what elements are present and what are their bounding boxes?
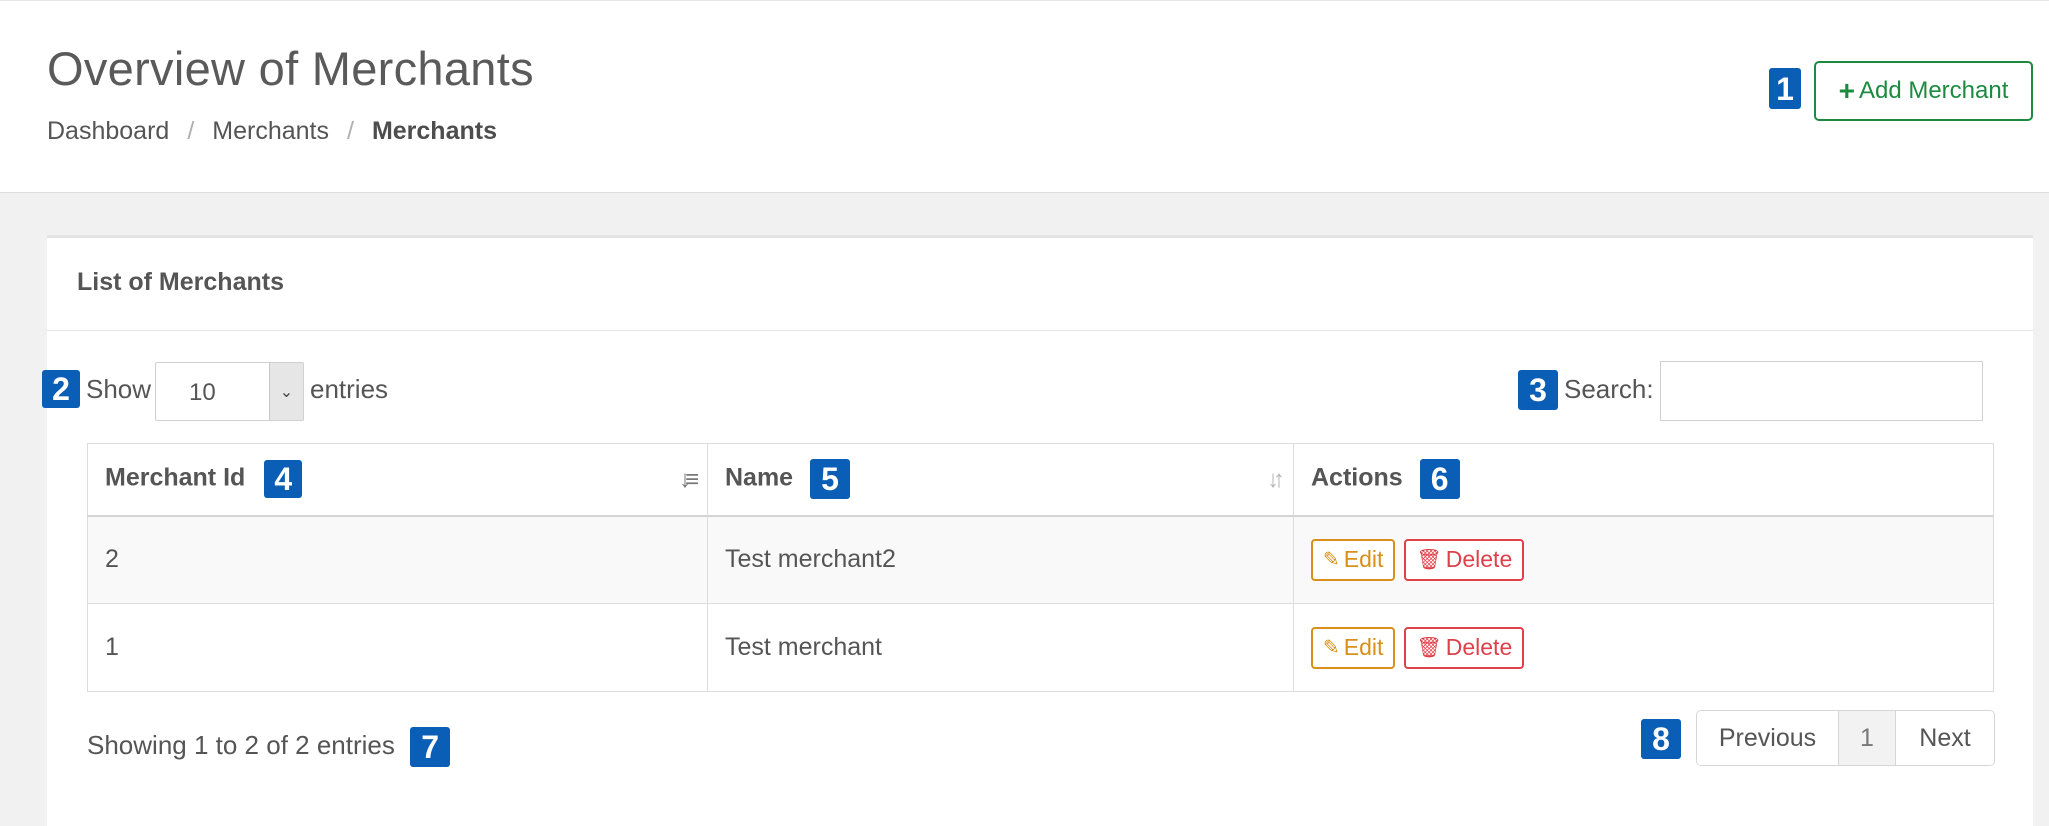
edit-icon: ✎	[1323, 637, 1340, 659]
annotation-badge-8: 8	[1641, 719, 1681, 759]
page-title: Overview of Merchants	[47, 42, 534, 95]
breadcrumb-separator: /	[187, 117, 195, 145]
cell-merchant-id: 2	[87, 515, 708, 604]
column-name[interactable]: Name 5 ↓↑	[707, 443, 1294, 517]
annotation-badge-3: 3	[1518, 370, 1558, 410]
panel-title: List of Merchants	[77, 268, 284, 296]
page-header: Overview of Merchants Dashboard / Mercha…	[0, 0, 2049, 193]
edit-icon: ✎	[1323, 549, 1340, 572]
pagination-page-1[interactable]: 1	[1839, 711, 1896, 765]
table-row: 1 Test merchant ✎ Edit 🗑 Delete	[87, 603, 1994, 692]
delete-label: Delete	[1445, 634, 1513, 660]
delete-label: Delete	[1445, 546, 1513, 573]
breadcrumb-dashboard[interactable]: Dashboard	[47, 117, 169, 146]
sort-desc-icon[interactable]: ↓≡	[679, 466, 699, 494]
page-length-value: 10	[189, 379, 216, 406]
breadcrumb: Dashboard / Merchants / Merchants	[47, 117, 497, 146]
table-info: Showing 1 to 2 of 2 entries 7	[87, 727, 451, 767]
cell-merchant-name: Test merchant	[707, 603, 1294, 692]
column-merchant-id-label: Merchant Id	[105, 463, 246, 492]
column-merchant-id[interactable]: Merchant Id 4 ↓≡	[87, 443, 708, 517]
edit-label: Edit	[1343, 546, 1384, 573]
show-label: Show	[86, 374, 152, 404]
merchants-table: Merchant Id 4 ↓≡ Name 5 ↓↑ Actions 6 2 T…	[87, 443, 1994, 692]
breadcrumb-separator: /	[346, 117, 354, 145]
table-header-row: Merchant Id 4 ↓≡ Name 5 ↓↑ Actions 6	[87, 443, 1994, 517]
annotation-badge-2: 2	[42, 370, 80, 408]
table-info-text: Showing 1 to 2 of 2 entries	[87, 729, 395, 760]
annotation-badge-7: 7	[410, 727, 451, 767]
cell-merchant-name: Test merchant2	[707, 515, 1294, 604]
pagination-previous[interactable]: Previous	[1697, 711, 1839, 765]
column-name-label: Name	[725, 463, 794, 492]
edit-button[interactable]: ✎ Edit	[1311, 538, 1396, 581]
search-label: Search:	[1564, 374, 1654, 404]
entries-label: entries	[310, 374, 389, 404]
annotation-badge-5: 5	[810, 459, 851, 500]
edit-button[interactable]: ✎ Edit	[1311, 626, 1396, 669]
pagination-next[interactable]: Next	[1896, 711, 1994, 765]
table-row: 2 Test merchant2 ✎ Edit 🗑 Delete	[87, 515, 1994, 604]
breadcrumb-current: Merchants	[371, 117, 497, 145]
cell-merchant-id: 1	[87, 603, 708, 692]
add-merchant-button[interactable]: + Add Merchant	[1814, 61, 2033, 121]
page-length-select[interactable]: 10 ⌄	[155, 362, 304, 421]
delete-button[interactable]: 🗑 Delete	[1404, 626, 1525, 669]
search-input[interactable]	[1660, 361, 1983, 421]
cell-actions: ✎ Edit 🗑 Delete	[1293, 603, 1994, 692]
trash-icon: 🗑	[1416, 549, 1442, 572]
delete-button[interactable]: 🗑 Delete	[1404, 538, 1525, 581]
annotation-badge-1: 1	[1769, 68, 1801, 109]
cell-actions: ✎ Edit 🗑 Delete	[1293, 515, 1994, 604]
pagination: Previous 1 Next	[1696, 710, 1995, 766]
chevron-down-icon[interactable]: ⌄	[269, 363, 303, 420]
sort-both-icon[interactable]: ↓↑	[1267, 466, 1285, 494]
annotation-badge-6: 6	[1419, 459, 1460, 500]
annotation-badge-4: 4	[264, 460, 303, 499]
edit-label: Edit	[1343, 634, 1384, 660]
plus-icon: +	[1838, 75, 1855, 106]
trash-icon: 🗑	[1416, 637, 1442, 659]
column-actions: Actions 6	[1293, 443, 1994, 517]
add-merchant-label: Add Merchant	[1858, 77, 2009, 104]
column-actions-label: Actions	[1311, 463, 1403, 492]
panel-divider	[47, 330, 2033, 331]
breadcrumb-merchants[interactable]: Merchants	[212, 117, 329, 146]
